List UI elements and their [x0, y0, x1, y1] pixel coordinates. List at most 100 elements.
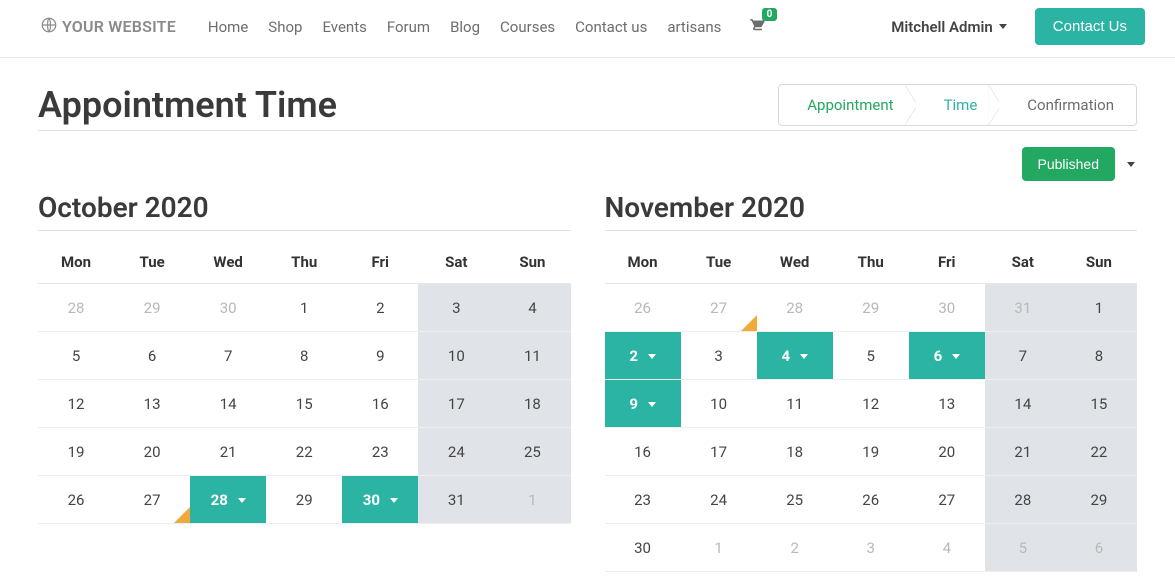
- weekday-header: Sun: [1061, 241, 1137, 284]
- weekday-header: Thu: [833, 241, 909, 284]
- calendar-day-available[interactable]: 30: [342, 476, 418, 524]
- progress-stepper: Appointment Time Confirmation: [778, 84, 1137, 126]
- calendar-day: 25: [494, 428, 570, 476]
- day-number: 23: [372, 443, 389, 461]
- day-number: 10: [710, 395, 727, 413]
- weekday-header: Fri: [342, 241, 418, 284]
- day-number: 21: [1014, 443, 1031, 461]
- calendar-day: 23: [342, 428, 418, 476]
- day-number: 29: [296, 491, 313, 509]
- page-title: Appointment Time: [38, 84, 337, 126]
- calendar-table: MonTueWedThuFriSatSun26272829303112 34 5…: [605, 241, 1138, 572]
- weekday-header: Fri: [909, 241, 985, 284]
- step-time[interactable]: Time: [916, 85, 1000, 125]
- calendar-day: 7: [190, 332, 266, 380]
- day-number: 12: [68, 395, 85, 413]
- day-number: 23: [634, 491, 651, 509]
- calendar-day: 18: [757, 428, 833, 476]
- day-number: 2: [629, 347, 638, 365]
- calendar-day: 1: [266, 284, 342, 332]
- day-number: 16: [372, 395, 389, 413]
- nav-link-events[interactable]: Events: [322, 18, 366, 36]
- published-button[interactable]: Published: [1022, 147, 1116, 181]
- day-number: 15: [296, 395, 313, 413]
- publish-caret-icon[interactable]: [1125, 154, 1137, 175]
- calendar-day: 30: [909, 284, 985, 332]
- calendar-day-available[interactable]: 2: [605, 332, 681, 380]
- calendar-month: October 2020MonTueWedThuFriSatSun2829301…: [38, 191, 571, 572]
- calendar-day: 13: [114, 380, 190, 428]
- nav-link-contactus[interactable]: Contact us: [575, 18, 647, 36]
- day-number: 31: [1014, 299, 1031, 317]
- calendar-day: 16: [605, 428, 681, 476]
- day-number: 27: [710, 299, 727, 317]
- calendar-day: 8: [1061, 332, 1137, 380]
- calendar-day: 15: [1061, 380, 1137, 428]
- nav-link-forum[interactable]: Forum: [387, 18, 430, 36]
- cart-button[interactable]: 0: [747, 16, 765, 38]
- step-confirmation[interactable]: Confirmation: [999, 85, 1136, 125]
- nav-link-blog[interactable]: Blog: [450, 18, 480, 36]
- calendar-day: 29: [1061, 476, 1137, 524]
- calendar-day: 31: [985, 284, 1061, 332]
- calendar-day-available[interactable]: 28: [190, 476, 266, 524]
- chevron-down-icon: [390, 498, 398, 503]
- calendar-day-available[interactable]: 9: [605, 380, 681, 428]
- calendar-day-available[interactable]: 6: [909, 332, 985, 380]
- day-number: 27: [144, 491, 161, 509]
- site-logo[interactable]: YOUR WEBSITE: [40, 16, 176, 38]
- day-number: 17: [448, 395, 465, 413]
- user-menu[interactable]: Mitchell Admin: [891, 18, 1007, 36]
- contact-us-button[interactable]: Contact Us: [1035, 8, 1145, 45]
- calendar-day: 10: [681, 380, 757, 428]
- calendar-day: 2: [342, 284, 418, 332]
- nav-link-home[interactable]: Home: [208, 18, 248, 36]
- calendar-day: 24: [681, 476, 757, 524]
- day-number: 26: [862, 491, 879, 509]
- chevron-down-icon: [238, 498, 246, 503]
- step-appointment[interactable]: Appointment: [779, 85, 915, 125]
- calendar-day: 26: [38, 476, 114, 524]
- nav-link-artisans[interactable]: artisans: [667, 18, 721, 36]
- cart-count-badge: 0: [762, 8, 778, 21]
- calendar-day: 25: [757, 476, 833, 524]
- day-number: 5: [867, 347, 875, 365]
- calendar-day: 7: [985, 332, 1061, 380]
- calendar-day: 6: [114, 332, 190, 380]
- day-number: 30: [220, 299, 237, 317]
- today-marker-icon: [174, 507, 190, 523]
- day-number: 28: [786, 299, 803, 317]
- weekday-header: Tue: [114, 241, 190, 284]
- calendar-day: 17: [681, 428, 757, 476]
- day-number: 30: [938, 299, 955, 317]
- calendar-day: 31: [418, 476, 494, 524]
- day-number: 7: [1019, 347, 1027, 365]
- calendar-day: 16: [342, 380, 418, 428]
- calendar-day: 8: [266, 332, 342, 380]
- weekday-header: Sat: [418, 241, 494, 284]
- globe-icon: [40, 16, 58, 38]
- day-number: 28: [211, 491, 228, 509]
- day-number: 26: [634, 299, 651, 317]
- calendar-day: 9: [342, 332, 418, 380]
- day-number: 19: [68, 443, 85, 461]
- day-number: 13: [938, 395, 955, 413]
- day-number: 11: [786, 395, 803, 413]
- calendar-day: 28: [38, 284, 114, 332]
- day-number: 4: [781, 347, 790, 365]
- day-number: 8: [1095, 347, 1103, 365]
- day-number: 9: [629, 395, 638, 413]
- calendar-day: 27: [909, 476, 985, 524]
- calendar-day: 15: [266, 380, 342, 428]
- calendar-day: 28: [757, 284, 833, 332]
- day-number: 31: [448, 491, 465, 509]
- calendar-day: 17: [418, 380, 494, 428]
- calendar-day: 12: [38, 380, 114, 428]
- calendar-day: 26: [605, 284, 681, 332]
- calendar-day-available[interactable]: 4: [757, 332, 833, 380]
- nav-link-courses[interactable]: Courses: [500, 18, 555, 36]
- day-number: 25: [786, 491, 803, 509]
- calendar-day: 27: [114, 476, 190, 524]
- chevron-down-icon: [648, 402, 656, 407]
- nav-link-shop[interactable]: Shop: [268, 18, 302, 36]
